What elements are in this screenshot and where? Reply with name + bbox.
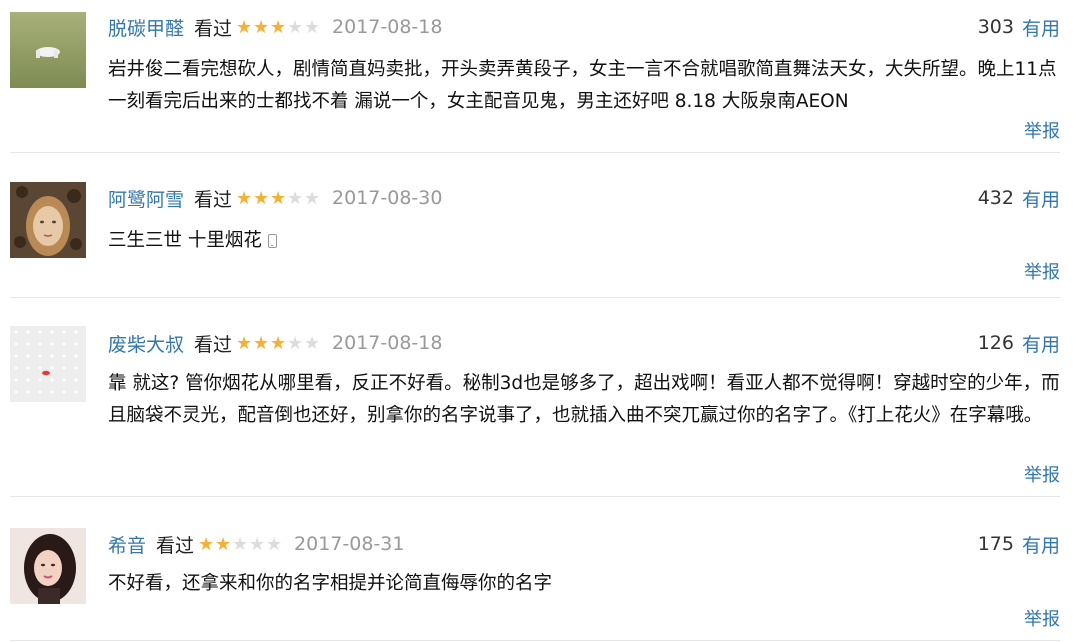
rating-stars: ★ ★ ★ ★ ★ xyxy=(235,333,320,354)
votes-area: 303 有用 xyxy=(978,12,1060,42)
avatar[interactable] xyxy=(10,528,86,604)
divider xyxy=(10,297,1060,298)
username-link[interactable]: 废柴大叔 xyxy=(108,330,184,357)
star-filled-icon: ★ xyxy=(235,187,252,209)
review-content: 不好看，还拿来和你的名字相提并论简直侮辱你的名字 xyxy=(108,568,1060,600)
review-header: 阿鹭阿雪 看过 ★ ★ ★ ★ ★ 2017-08-30 xyxy=(108,183,442,213)
star-filled-icon: ★ xyxy=(252,187,269,209)
review-text: 靠 就这? 管你烟花从哪里看，反正不好看。秘制3d也是够多了，超出戏啊！看亚人都… xyxy=(108,373,1060,426)
useful-button[interactable]: 有用 xyxy=(1022,531,1060,558)
votes-area: 126 有用 xyxy=(978,328,1060,358)
report-button[interactable]: 举报 xyxy=(1024,461,1060,487)
username-link[interactable]: 希音 xyxy=(108,531,146,558)
star-filled-icon: ★ xyxy=(269,187,286,209)
review-text: 岩井俊二看完想砍人，剧情简直妈卖批，开头卖弄黄段子，女主一言不合就唱歌简直舞法天… xyxy=(108,59,1057,112)
watch-status: 看过 xyxy=(156,534,195,557)
review-header: 脱碳甲醛 看过 ★ ★ ★ ★ ★ 2017-08-18 xyxy=(108,12,442,42)
review-date: 2017-08-18 xyxy=(332,16,443,38)
username-link[interactable]: 阿鹭阿雪 xyxy=(108,185,184,212)
rating-stars: ★ ★ ★ ★ ★ xyxy=(235,188,320,209)
star-empty-icon: ★ xyxy=(265,533,282,555)
vote-count: 432 xyxy=(977,187,1014,209)
star-empty-icon: ★ xyxy=(248,533,265,555)
divider xyxy=(10,496,1060,497)
review-content: 岩井俊二看完想砍人，剧情简直妈卖批，开头卖弄黄段子，女主一言不合就唱歌简直舞法天… xyxy=(108,54,1060,118)
star-filled-icon: ★ xyxy=(214,533,231,555)
star-empty-icon: ★ xyxy=(286,16,303,38)
review-header: 希音 看过 ★ ★ ★ ★ ★ 2017-08-31 xyxy=(108,529,404,559)
mobile-phone-icon xyxy=(267,234,277,248)
useful-button[interactable]: 有用 xyxy=(1022,14,1060,41)
star-filled-icon: ★ xyxy=(269,16,286,38)
watch-status: 看过 xyxy=(194,333,233,356)
votes-area: 175 有用 xyxy=(978,529,1060,559)
vote-count: 126 xyxy=(977,332,1014,354)
votes-area: 432 有用 xyxy=(978,183,1060,213)
star-filled-icon: ★ xyxy=(235,332,252,354)
review-text: 不好看，还拿来和你的名字相提并论简直侮辱你的名字 xyxy=(108,573,553,594)
report-button[interactable]: 举报 xyxy=(1024,258,1060,284)
review-text: 三生三世 十里烟花 xyxy=(108,230,262,251)
review-header: 废柴大叔 看过 ★ ★ ★ ★ ★ 2017-08-18 xyxy=(108,328,442,358)
useful-button[interactable]: 有用 xyxy=(1022,185,1060,212)
vote-count: 175 xyxy=(977,533,1014,555)
review-content: 三生三世 十里烟花 xyxy=(108,225,1060,257)
watch-status: 看过 xyxy=(194,17,233,40)
star-filled-icon: ★ xyxy=(252,332,269,354)
star-filled-icon: ★ xyxy=(197,533,214,555)
avatar[interactable] xyxy=(10,12,86,88)
vote-count: 303 xyxy=(977,16,1014,38)
review-date: 2017-08-18 xyxy=(332,332,443,354)
star-empty-icon: ★ xyxy=(303,332,320,354)
divider xyxy=(10,152,1060,153)
report-button[interactable]: 举报 xyxy=(1024,117,1060,143)
report-button[interactable]: 举报 xyxy=(1024,605,1060,631)
star-filled-icon: ★ xyxy=(252,16,269,38)
username-link[interactable]: 脱碳甲醛 xyxy=(108,14,184,41)
star-filled-icon: ★ xyxy=(269,332,286,354)
divider xyxy=(10,640,1060,641)
watch-status: 看过 xyxy=(194,188,233,211)
review-date: 2017-08-30 xyxy=(332,187,443,209)
star-empty-icon: ★ xyxy=(231,533,248,555)
star-filled-icon: ★ xyxy=(235,16,252,38)
review-date: 2017-08-31 xyxy=(294,533,405,555)
useful-button[interactable]: 有用 xyxy=(1022,330,1060,357)
avatar[interactable] xyxy=(10,182,86,258)
star-empty-icon: ★ xyxy=(286,332,303,354)
avatar[interactable] xyxy=(10,326,86,402)
star-empty-icon: ★ xyxy=(286,187,303,209)
rating-stars: ★ ★ ★ ★ ★ xyxy=(197,534,282,555)
review-content: 靠 就这? 管你烟花从哪里看，反正不好看。秘制3d也是够多了，超出戏啊！看亚人都… xyxy=(108,368,1060,432)
star-empty-icon: ★ xyxy=(303,187,320,209)
rating-stars: ★ ★ ★ ★ ★ xyxy=(235,17,320,38)
star-empty-icon: ★ xyxy=(303,16,320,38)
